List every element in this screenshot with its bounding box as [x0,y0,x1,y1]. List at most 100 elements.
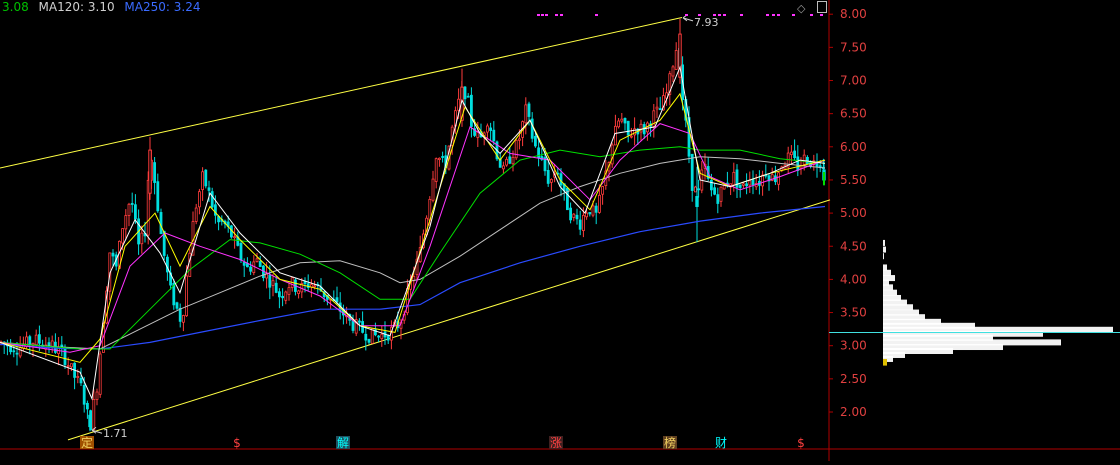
candle-body [745,183,748,187]
candle-body [284,291,288,301]
signal-marker [740,14,743,16]
signal-marker [766,14,769,16]
candle-body [501,165,505,170]
candle-body [671,66,675,77]
candle-body [197,191,201,208]
candle-body [546,170,550,184]
candle-body [76,376,80,379]
panel-icon[interactable] [816,1,827,13]
candle-body [201,171,205,191]
y-tick-label: 2.50 [840,372,867,386]
candle-body [485,125,489,133]
candle-body [508,156,512,164]
candle-body [466,95,470,98]
signal-marker [560,14,563,16]
ma250-value: MA250: 3.24 [124,0,201,14]
candle-body [63,347,67,365]
candle-body [575,214,579,220]
candle-body [70,363,73,368]
signal-marker [555,14,558,16]
candle-body [124,215,128,230]
signal-marker [685,14,688,16]
candle-body [255,258,259,262]
low-price-label: 1.71 [103,427,128,440]
candle-body [594,205,598,213]
candle-body [175,302,179,309]
candle-body [505,158,509,166]
candle-body [713,187,716,195]
candle-body [233,236,237,239]
candle-body [95,391,99,400]
candle-body [441,156,445,158]
candle-body [268,274,272,288]
candle-body [569,207,572,221]
candle-body [92,399,96,431]
y-tick-label: 6.50 [840,107,867,121]
candle-body [185,275,189,317]
candle-body [492,129,496,142]
candle-body [370,328,374,344]
candle-body [716,194,720,204]
event-marker: $ [233,436,241,450]
event-marker: 涨 [550,435,562,450]
candle-body [437,157,441,160]
volume-profile-bar [883,289,897,296]
candle-body [626,120,630,136]
candle-body [578,219,582,230]
candle-body [277,291,281,298]
candle-body [777,172,780,185]
candle-body [140,232,144,245]
candle-body [582,214,585,232]
volume-profile-bar [883,239,885,246]
candle-body [534,135,537,147]
candle-body [658,108,662,111]
candle-body [245,263,249,268]
event-marker: $ [797,436,805,450]
diamond-icon[interactable]: ◇ [797,2,805,15]
candle-body [127,203,131,216]
volume-profile-bar [883,284,893,291]
candle-body [79,377,83,384]
candle-body [287,287,291,295]
volume-profile-bar [883,269,891,276]
candle-body [386,335,390,341]
y-tick-label: 7.00 [840,74,867,88]
candle-body [617,120,620,128]
candle-body [178,307,182,322]
candle-body [335,297,339,303]
stock-chart[interactable]: 8.00 7.50 7.00 6.50 6.00 5.50 5.00 4.50 4.00 3.50… [0,0,1120,461]
candle-body [457,98,461,111]
candle-body [559,173,563,186]
candle-body [655,106,659,110]
candle-body [297,290,301,294]
candle-body [98,353,102,395]
candle-body [148,149,152,194]
signal-marker [541,14,544,16]
signal-marker [545,14,548,16]
candle-body [377,335,381,338]
y-tick-label: 3.50 [840,306,867,320]
candle-body [761,174,764,187]
event-marker: 财 [715,436,727,450]
signal-marker [772,14,775,16]
toolbar-icons: ◇ [797,1,827,15]
candle-body [463,86,467,100]
candle-body [601,186,604,195]
candle-body [156,181,160,212]
candle-body [210,191,214,208]
candle-body [380,333,384,340]
volume-profile-bar [883,246,886,253]
chart-canvas[interactable]: 8.00 7.50 7.00 6.50 6.00 5.50 5.00 4.50 4.00 3.50… [0,0,1120,461]
candle-body [674,50,678,70]
candle-body [719,186,723,202]
candle-body [121,228,124,244]
candle-body [313,285,317,288]
candle-body [514,139,518,159]
candle-body [511,156,515,165]
candle-body [738,184,742,188]
candle-body [550,179,553,183]
signal-marker [777,14,780,16]
candle-body [489,127,493,131]
candle-body [28,336,32,346]
candle-body [364,333,368,341]
